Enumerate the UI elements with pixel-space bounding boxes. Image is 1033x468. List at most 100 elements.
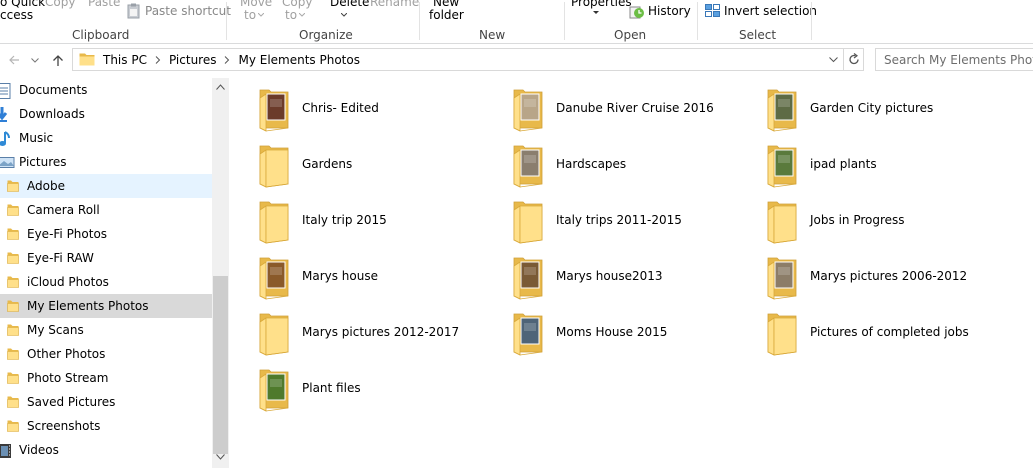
folder-item[interactable]: Chris- Edited	[257, 82, 507, 138]
nav-item[interactable]: My Scans	[0, 318, 212, 342]
copy-to-button[interactable]: Copy	[282, 0, 312, 8]
folder-item[interactable]: Marys pictures 2012-2017	[257, 306, 507, 362]
navigation-pane: Documents Downloads Music Pictures Adobe Ca…	[0, 78, 212, 468]
nav-item[interactable]: Screenshots	[0, 414, 212, 438]
nav-item[interactable]: Adobe	[0, 174, 212, 198]
breadcrumb-item[interactable]: Pictures	[169, 53, 217, 67]
folder-name: Chris- Edited	[302, 101, 379, 115]
folder-icon	[259, 89, 289, 132]
address-divider	[843, 49, 844, 70]
folder-name: Marys pictures 2012-2017	[302, 325, 460, 339]
ribbon-separator	[419, 2, 420, 40]
folder-item[interactable]: Italy trip 2015	[257, 194, 507, 250]
nav-item[interactable]: Videos	[0, 438, 212, 462]
music-icon	[0, 131, 10, 146]
scrollbar-thumb[interactable]	[213, 276, 228, 454]
scroll-down-icon[interactable]	[216, 454, 225, 460]
nav-item[interactable]: Saved Pictures	[0, 390, 212, 414]
documents-icon	[0, 83, 11, 99]
nav-item[interactable]: Other Photos	[0, 342, 212, 366]
pin-quick-access-label[interactable]: o Quick	[0, 0, 45, 8]
search-input[interactable]	[876, 49, 1033, 70]
up-button[interactable]	[48, 46, 68, 74]
folder-name: Marys house2013	[556, 269, 663, 283]
ribbon-separator	[564, 2, 565, 40]
folder-icon	[513, 201, 543, 244]
search-box[interactable]	[875, 48, 1033, 71]
breadcrumb-item[interactable]: My Elements Photos	[238, 53, 360, 67]
folder-icon	[767, 201, 797, 244]
folder-name: Jobs in Progress	[810, 213, 905, 227]
pictures-icon	[0, 157, 15, 168]
rename-button[interactable]: Rename	[370, 0, 419, 8]
paste-shortcut-button[interactable]: Paste shortcut	[145, 5, 231, 17]
folder-item[interactable]: Danube River Cruise 2016	[511, 82, 761, 138]
scroll-up-icon[interactable]	[216, 84, 225, 90]
address-bar[interactable]: This PC Pictures My Elements Photos	[72, 48, 864, 71]
folder-icon	[7, 180, 19, 192]
nav-item[interactable]: Pictures	[0, 150, 212, 174]
nav-item-label: Screenshots	[27, 419, 101, 433]
properties-button[interactable]: Properties	[571, 0, 632, 8]
history-button[interactable]: History	[648, 5, 691, 17]
folder-item[interactable]: Garden City pictures	[765, 82, 1015, 138]
chevron-right-icon[interactable]	[155, 55, 161, 64]
folder-icon	[6, 371, 20, 388]
chevron-down-icon[interactable]	[829, 57, 838, 63]
folder-icon	[6, 179, 20, 196]
move-to-button[interactable]: Move	[240, 0, 272, 8]
refresh-icon[interactable]	[848, 53, 860, 66]
folder-icon	[6, 227, 20, 244]
breadcrumb-item[interactable]: This PC	[103, 53, 147, 67]
folder-icon	[513, 257, 543, 300]
nav-item[interactable]: Eye-Fi Photos	[0, 222, 212, 246]
folder-item[interactable]: Gardens	[257, 138, 507, 194]
ribbon-separator	[697, 2, 698, 40]
nav-item[interactable]: Eye-Fi RAW	[0, 246, 212, 270]
ribbon-separator	[226, 2, 227, 40]
back-button[interactable]	[4, 46, 24, 74]
folder-name: Moms House 2015	[556, 325, 668, 339]
folder-icon	[7, 228, 19, 240]
recent-locations-button[interactable]	[28, 46, 42, 74]
nav-item[interactable]: Downloads	[0, 102, 212, 126]
folder-item[interactable]: Jobs in Progress	[765, 194, 1015, 250]
folder-item[interactable]: Italy trips 2011-2015	[511, 194, 761, 250]
folder-item[interactable]: Marys house	[257, 250, 507, 306]
nav-item[interactable]: iCloud Photos	[0, 270, 212, 294]
nav-item-label: Photo Stream	[27, 371, 109, 385]
ribbon-separator	[811, 2, 812, 40]
invert-selection-button[interactable]: Invert selection	[724, 5, 817, 17]
folder-icon	[7, 348, 19, 360]
ribbon: o Quick ccess Copy Paste Paste shortcut …	[0, 0, 1033, 44]
folder-name: Danube River Cruise 2016	[556, 101, 714, 115]
delete-button[interactable]: Delete	[330, 0, 369, 8]
copy-button[interactable]: Copy	[45, 0, 75, 8]
folder-icon	[79, 53, 95, 66]
pin-quick-access-label-2[interactable]: ccess	[0, 9, 33, 21]
nav-item[interactable]: Music	[0, 126, 212, 150]
new-folder-button[interactable]: New	[433, 0, 459, 8]
folder-icon	[7, 252, 19, 264]
chevron-down-icon	[299, 13, 305, 17]
folder-item[interactable]: Moms House 2015	[511, 306, 761, 362]
paste-button[interactable]: Paste	[88, 0, 120, 8]
nav-item[interactable]: Documents	[0, 78, 212, 102]
nav-item[interactable]: Photo Stream	[0, 366, 212, 390]
folder-icon	[259, 145, 289, 188]
folder-item[interactable]: Plant files	[257, 362, 507, 418]
folder-item[interactable]: Pictures of completed jobs	[765, 306, 1015, 362]
pictures-icon	[0, 155, 16, 172]
folder-name: Marys house	[302, 269, 378, 283]
nav-item-label: iCloud Photos	[27, 275, 109, 289]
nav-item[interactable]: Camera Roll	[0, 198, 212, 222]
nav-item-label: Music	[19, 131, 54, 145]
folder-icon	[6, 251, 20, 268]
chevron-right-icon[interactable]	[224, 55, 230, 64]
folder-item[interactable]: Marys pictures 2006-2012	[765, 250, 1015, 306]
folder-item[interactable]: ipad plants	[765, 138, 1015, 194]
folder-item[interactable]: Hardscapes	[511, 138, 761, 194]
nav-item[interactable]: My Elements Photos	[0, 294, 212, 318]
folder-item[interactable]: Marys house2013	[511, 250, 761, 306]
nav-item-label: My Scans	[27, 323, 84, 337]
